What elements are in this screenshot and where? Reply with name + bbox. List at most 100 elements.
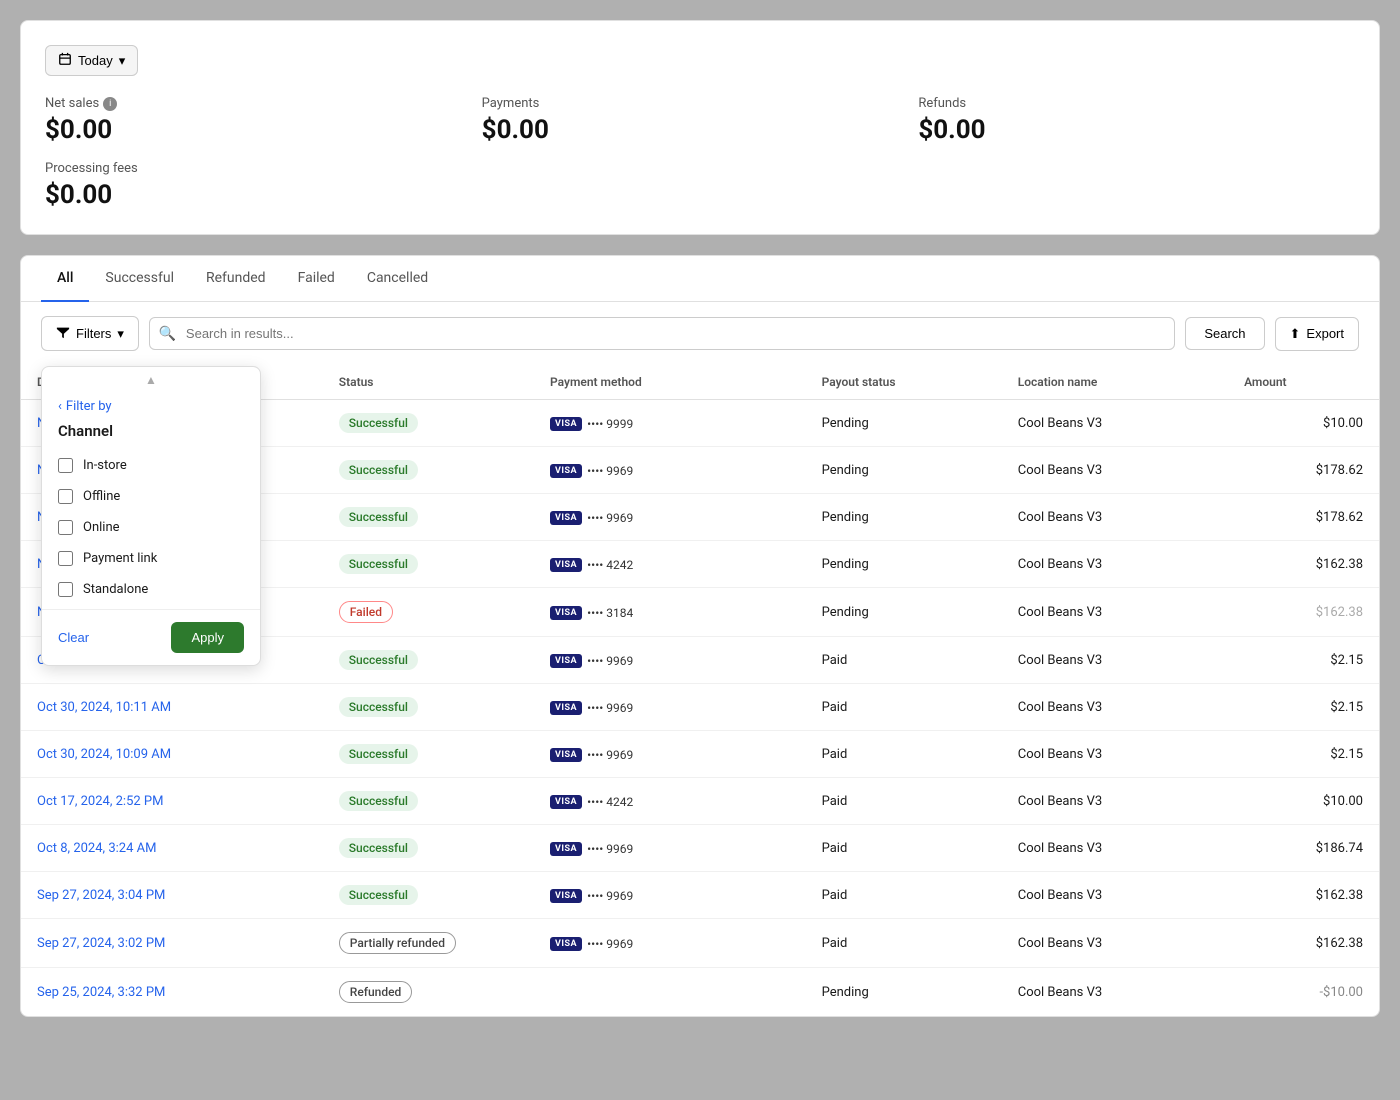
- tab-failed[interactable]: Failed: [282, 256, 351, 302]
- cell-status: Successful: [323, 400, 534, 447]
- cell-amount: $2.15: [1228, 731, 1379, 778]
- filter-icon: [56, 325, 70, 342]
- cell-amount: $186.74: [1228, 825, 1379, 872]
- cell-status: Partially refunded: [323, 919, 534, 968]
- filter-checkbox-instore[interactable]: [58, 458, 73, 473]
- status-badge: Successful: [339, 885, 418, 905]
- card-number: •••• 9969: [587, 464, 633, 478]
- filter-option-offline[interactable]: Offline: [42, 481, 260, 512]
- card-number: •••• 9969: [587, 701, 633, 715]
- visa-payment-icon: VISA•••• 9969: [550, 511, 633, 525]
- status-badge: Successful: [339, 507, 418, 527]
- col-header-payout: Payout status: [806, 365, 1002, 400]
- cell-payment-method: VISA •••• 9969: [534, 825, 806, 872]
- date-filter-button[interactable]: Today ▾: [45, 45, 138, 76]
- stats-grid: Net sales i $0.00 Payments $0.00 Refunds…: [45, 96, 1355, 145]
- apply-filter-button[interactable]: Apply: [171, 622, 244, 653]
- cell-payout-status: Pending: [806, 400, 1002, 447]
- tab-cancelled[interactable]: Cancelled: [351, 256, 444, 302]
- cell-payout-status: Paid: [806, 684, 1002, 731]
- filter-option-online[interactable]: Online: [42, 512, 260, 543]
- processing-fees-section: Processing fees $0.00: [45, 161, 1355, 210]
- cell-date: Oct 30, 2024, 10:09 AM: [21, 731, 323, 778]
- card-number: •••• 9999: [587, 417, 633, 431]
- processing-fees-label: Processing fees: [45, 161, 1355, 176]
- date-link[interactable]: Oct 8, 2024, 3:24 AM: [37, 841, 156, 856]
- visa-logo: VISA: [550, 748, 582, 762]
- search-input[interactable]: [149, 317, 1175, 350]
- cell-payout-status: Paid: [806, 778, 1002, 825]
- chevron-left-icon: ‹: [58, 399, 62, 414]
- visa-payment-icon: VISA•••• 9969: [550, 889, 633, 903]
- cell-payment-method: VISA•••• 4242: [534, 778, 806, 825]
- cell-location-name: Cool Beans V3: [1002, 588, 1228, 637]
- cell-payment-method: VISA•••• 9969: [534, 731, 806, 778]
- filter-label-standalone: Standalone: [83, 582, 148, 597]
- card-number: •••• 9969: [587, 654, 633, 668]
- tab-refunded[interactable]: Refunded: [190, 256, 282, 302]
- date-link[interactable]: Sep 27, 2024, 3:02 PM: [37, 936, 165, 951]
- card-number: •••• 9969: [587, 511, 633, 525]
- filter-checkbox-online[interactable]: [58, 520, 73, 535]
- tab-successful[interactable]: Successful: [89, 256, 190, 302]
- filter-option-standalone[interactable]: Standalone: [42, 574, 260, 605]
- filter-back-label: Filter by: [66, 399, 112, 414]
- visa-payment-icon: VISA•••• 9969: [550, 937, 633, 951]
- filter-channel-title: Channel: [42, 418, 260, 450]
- visa-payment-icon: VISA•••• 9999: [550, 417, 633, 431]
- visa-logo: VISA: [550, 464, 582, 478]
- filter-checkbox-standalone[interactable]: [58, 582, 73, 597]
- cell-location-name: Cool Beans V3: [1002, 872, 1228, 919]
- date-link[interactable]: Oct 30, 2024, 10:09 AM: [37, 747, 171, 762]
- table-row: Sep 27, 2024, 3:04 PM Successful VISA•••• …: [21, 872, 1379, 919]
- clear-filter-button[interactable]: Clear: [58, 630, 89, 645]
- card-number: •••• 3184: [587, 606, 633, 620]
- cell-payment-method: VISA•••• 9969: [534, 919, 806, 968]
- info-icon[interactable]: i: [103, 97, 117, 111]
- filter-option-paymentlink[interactable]: Payment link: [42, 543, 260, 574]
- processing-fees-value: $0.00: [45, 180, 1355, 210]
- visa-payment-icon: VISA•••• 9969: [550, 748, 633, 762]
- cell-location-name: Cool Beans V3: [1002, 778, 1228, 825]
- table-row: Oct 30, 2024, 10:09 AM Successful VISA••••…: [21, 731, 1379, 778]
- cell-status: Successful: [323, 637, 534, 684]
- tab-all[interactable]: All: [41, 256, 89, 302]
- filter-checkbox-paymentlink[interactable]: [58, 551, 73, 566]
- cell-status: Successful: [323, 447, 534, 494]
- export-label: Export: [1306, 326, 1344, 341]
- cell-payment-method: VISA •••• 9969: [534, 447, 806, 494]
- payments-value: $0.00: [482, 115, 919, 145]
- cell-amount: $10.00: [1228, 400, 1379, 447]
- cell-status: Successful: [323, 494, 534, 541]
- visa-logo: VISA: [550, 842, 582, 856]
- visa-logo: VISA: [550, 937, 582, 951]
- filters-button[interactable]: Filters ▾: [41, 316, 139, 351]
- search-button[interactable]: Search: [1185, 317, 1264, 350]
- filters-label: Filters: [76, 326, 111, 341]
- filter-label-online: Online: [83, 520, 120, 535]
- filter-back-button[interactable]: ‹ Filter by: [42, 389, 260, 418]
- filter-checkbox-offline[interactable]: [58, 489, 73, 504]
- chevron-down-icon: ▾: [119, 53, 126, 69]
- date-link[interactable]: Oct 17, 2024, 2:52 PM: [37, 794, 163, 809]
- status-badge: Successful: [339, 744, 418, 764]
- visa-payment-icon: VISA•••• 9969: [550, 701, 633, 715]
- refunds-stat: Refunds $0.00: [918, 96, 1355, 145]
- export-button[interactable]: ⬆ Export: [1275, 317, 1359, 351]
- status-badge: Successful: [339, 413, 418, 433]
- cell-amount: $10.00: [1228, 778, 1379, 825]
- date-link[interactable]: Oct 30, 2024, 10:11 AM: [37, 700, 171, 715]
- date-link[interactable]: Sep 27, 2024, 3:04 PM: [37, 888, 165, 903]
- date-link[interactable]: Sep 25, 2024, 3:32 PM: [37, 985, 165, 1000]
- cell-payment-method: VISA•••• 9999: [534, 400, 806, 447]
- status-badge: Successful: [339, 791, 418, 811]
- cell-payout-status: Paid: [806, 919, 1002, 968]
- filter-arrow[interactable]: ▲: [42, 367, 260, 389]
- table-row: Oct 17, 2024, 2:52 PM Successful VISA•••• …: [21, 778, 1379, 825]
- col-header-location: Location name: [1002, 365, 1228, 400]
- filter-option-instore[interactable]: In-store: [42, 450, 260, 481]
- cell-payment-method: VISA •••• 9969: [534, 637, 806, 684]
- visa-logo: VISA: [550, 654, 582, 668]
- card-number: •••• 9969: [587, 842, 633, 856]
- table-card: All Successful Refunded Failed Cancelled…: [20, 255, 1380, 1017]
